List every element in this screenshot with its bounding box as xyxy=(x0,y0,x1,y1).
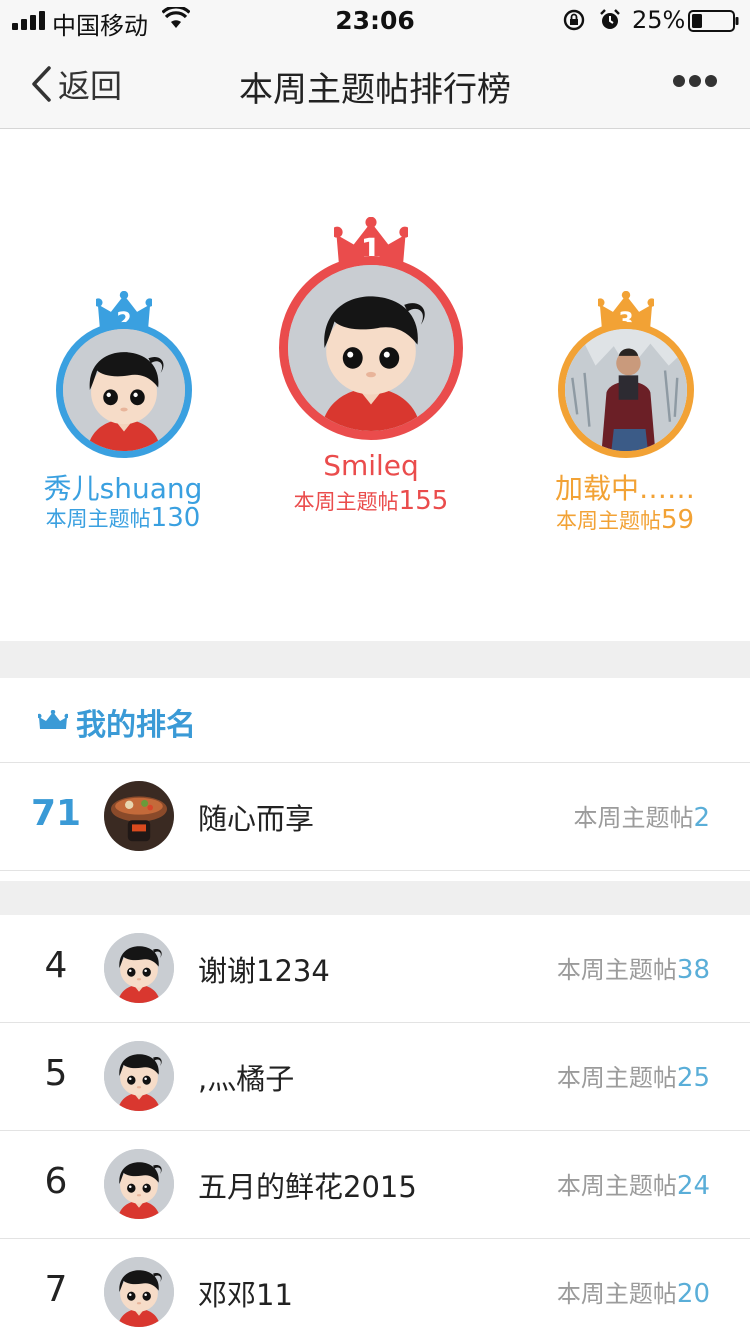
battery-icon xyxy=(688,10,739,32)
top-three-podium: 2 秀儿shuang 本周主题帖130 1 Smileq 本周主题帖155 3 xyxy=(0,129,750,641)
rank-number: 7 xyxy=(44,1269,68,1310)
podium-post-count: 本周主题帖155 xyxy=(293,486,449,516)
list-item[interactable]: 7 邓邓11 本周主题帖20 xyxy=(0,1239,750,1334)
avatar xyxy=(104,1149,174,1219)
rank-number: 4 xyxy=(44,945,68,986)
list-item[interactable]: 4 谢谢1234 本周主题帖38 xyxy=(0,915,750,1023)
battery-percent: 25% xyxy=(632,6,686,34)
my-rank-row[interactable]: 71 随心而享 本周主题帖2 xyxy=(0,763,750,871)
podium-rank-3[interactable]: 3 加载中…… 本周主题帖59 xyxy=(500,129,750,549)
status-bar: 中国移动 23:06 25% xyxy=(0,0,750,40)
food-photo-avatar xyxy=(104,781,174,851)
podium-rank-1[interactable]: 1 Smileq 本周主题帖155 xyxy=(246,129,496,549)
list-item[interactable]: 6 五月的鲜花2015 本周主题帖24 xyxy=(0,1131,750,1239)
page-title: 本周主题帖排行榜 xyxy=(239,70,511,110)
avatar xyxy=(104,1257,174,1327)
user-name: ,灬橘子 xyxy=(198,1062,295,1096)
alarm-icon xyxy=(600,9,620,29)
more-icon[interactable] xyxy=(672,74,718,88)
post-count: 本周主题帖25 xyxy=(556,1063,710,1093)
podium-user-name: Smileq xyxy=(323,449,419,482)
nav-bar: 返回 本周主题帖排行榜 xyxy=(0,40,750,129)
post-count: 本周主题帖24 xyxy=(556,1171,710,1201)
rank-number: 5 xyxy=(44,1053,68,1094)
podium-post-count: 本周主题帖59 xyxy=(555,505,695,535)
rank-number: 71 xyxy=(30,793,82,834)
post-count: 本周主题帖38 xyxy=(556,955,710,985)
photo-avatar xyxy=(565,329,687,451)
user-name: 随心而享 xyxy=(198,802,315,836)
avatar xyxy=(56,322,192,458)
user-name: 谢谢1234 xyxy=(198,954,330,988)
podium-post-count: 本周主题帖130 xyxy=(45,503,201,533)
avatar xyxy=(104,781,174,851)
podium-user-name: 加载中…… xyxy=(554,472,695,505)
user-name: 五月的鲜花2015 xyxy=(198,1170,417,1204)
section-divider xyxy=(0,641,750,678)
podium-rank-2[interactable]: 2 秀儿shuang 本周主题帖130 xyxy=(0,129,246,549)
my-rank-title: 我的排名 xyxy=(76,708,196,743)
post-count: 本周主题帖2 xyxy=(573,803,710,833)
avatar xyxy=(279,256,463,440)
post-count: 本周主题帖20 xyxy=(556,1279,710,1309)
my-rank-header: 我的排名 xyxy=(0,678,750,763)
section-divider xyxy=(0,881,750,915)
crown-icon xyxy=(38,710,68,730)
user-name: 邓邓11 xyxy=(198,1278,293,1312)
list-item[interactable]: 5 ,灬橘子 本周主题帖25 xyxy=(0,1023,750,1131)
avatar xyxy=(104,1041,174,1111)
podium-user-name: 秀儿shuang xyxy=(43,472,203,505)
avatar xyxy=(558,322,694,458)
avatar xyxy=(104,933,174,1003)
rank-number: 6 xyxy=(44,1161,68,1202)
rotation-lock-icon xyxy=(563,9,585,31)
